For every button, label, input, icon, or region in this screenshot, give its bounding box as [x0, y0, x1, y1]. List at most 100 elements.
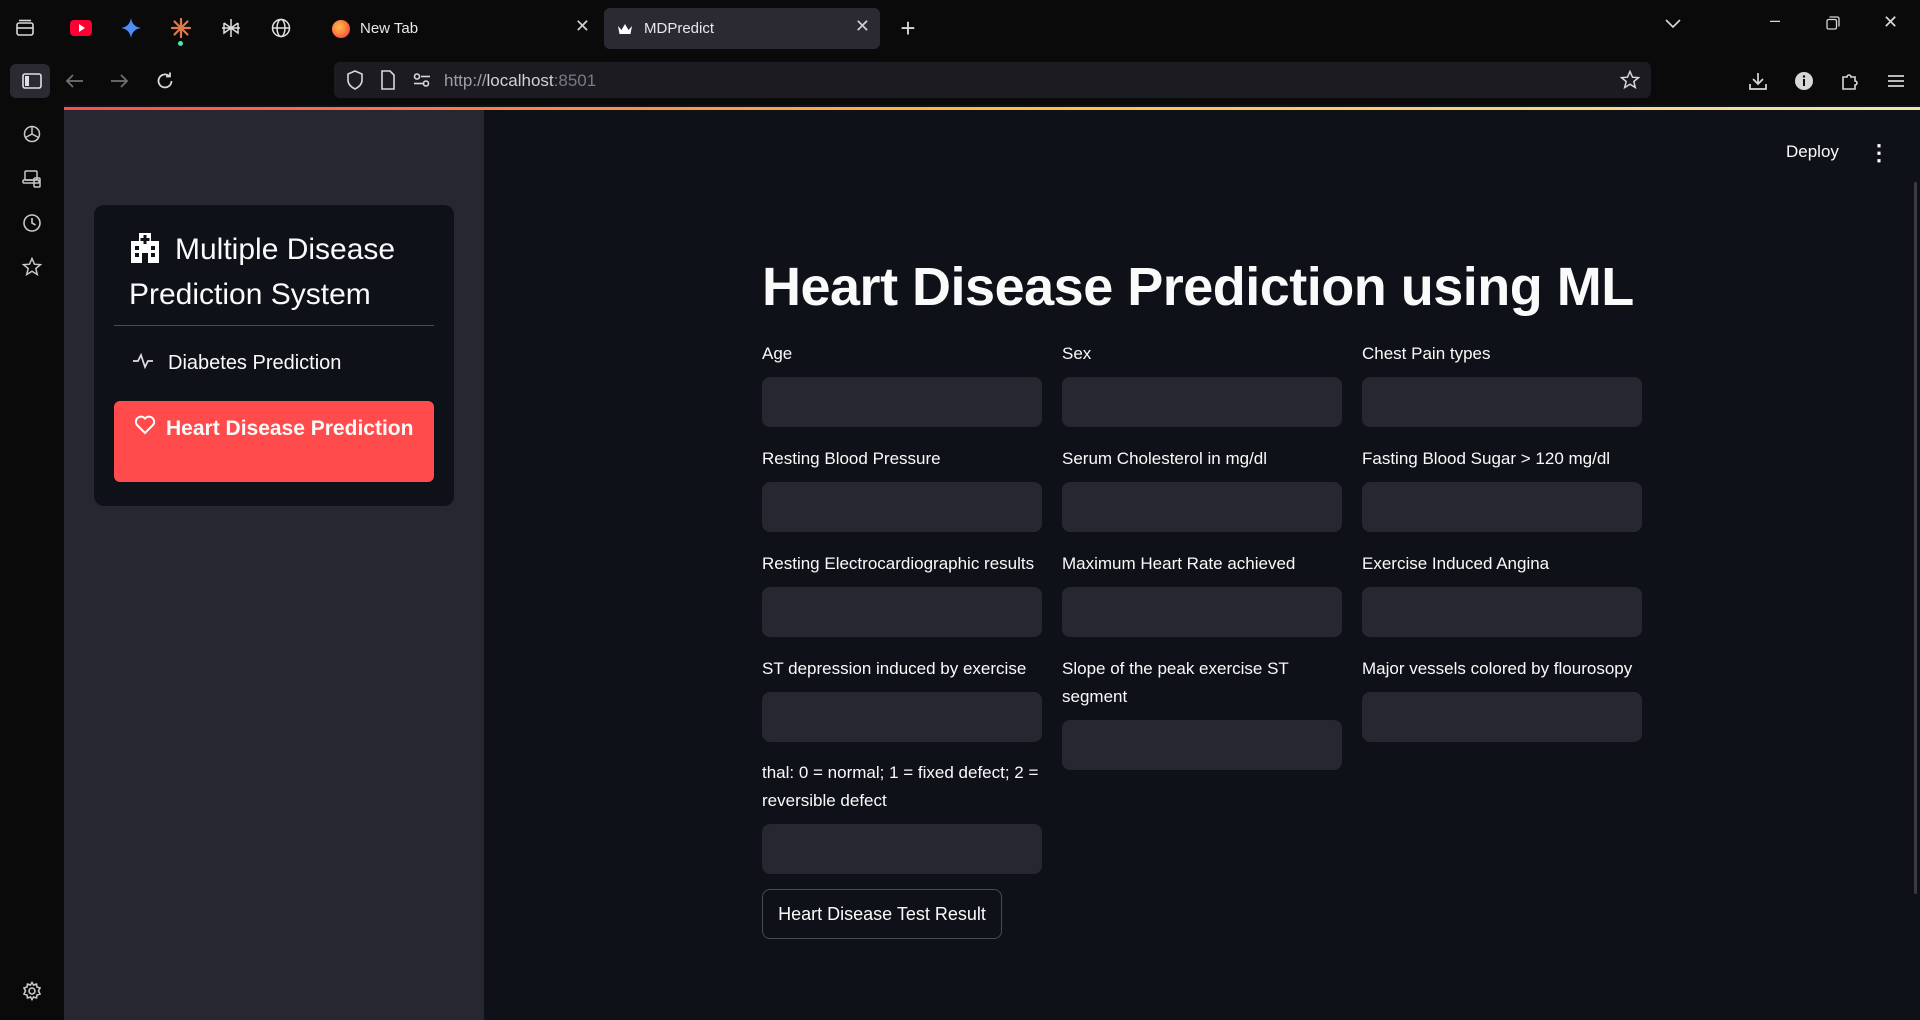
tab-title: New Tab: [360, 20, 419, 37]
url-bar[interactable]: http://localhost:8501: [334, 62, 1651, 98]
url-host: localhost: [486, 71, 554, 90]
bookmark-star-icon[interactable]: [1619, 69, 1641, 95]
field-label: Maximum Heart Rate achieved: [1062, 554, 1296, 573]
globe-pinned-icon[interactable]: [267, 14, 295, 42]
streamlit-crown-icon: [616, 20, 634, 38]
perplexity-pinned-icon[interactable]: [217, 14, 245, 42]
sex-field: Sex: [1062, 340, 1342, 427]
cholesterol-input[interactable]: [1062, 482, 1342, 532]
thal-field: thal: 0 = normal; 1 = fixed defect; 2 = …: [762, 759, 1042, 874]
sidebar-item-label: Diabetes Prediction: [168, 351, 342, 374]
sex-input[interactable]: [1062, 377, 1342, 427]
sidebar-item-label: Heart Disease Prediction: [166, 417, 414, 440]
page-title: Heart Disease Prediction using ML: [762, 257, 1634, 317]
field-label: Exercise Induced Angina: [1362, 554, 1550, 573]
minimize-icon[interactable]: –: [1770, 10, 1780, 31]
age-field: Age: [762, 340, 1042, 427]
main-menu-kebab-icon[interactable]: ⋮: [1868, 140, 1890, 166]
url-port: :8501: [553, 71, 597, 90]
sidebar-toggle-icon[interactable]: [18, 67, 46, 95]
age-input[interactable]: [762, 377, 1042, 427]
menu-title: Multiple Disease Prediction System: [129, 227, 429, 317]
exercise-angina-field: Exercise Induced Angina: [1362, 550, 1642, 637]
resting-bp-field: Resting Blood Pressure: [762, 445, 1042, 532]
synced-tabs-icon[interactable]: [18, 165, 46, 193]
app-sidebar: Multiple Disease Prediction System Diabe…: [64, 110, 484, 1020]
forward-arrow-icon[interactable]: [105, 67, 133, 95]
field-label: ST depression induced by exercise: [762, 659, 1027, 678]
bookmarks-icon[interactable]: [18, 253, 46, 281]
field-label: Chest Pain types: [1362, 344, 1491, 363]
downloads-icon[interactable]: [1744, 67, 1772, 95]
menu-title-text: Multiple Disease Prediction System: [129, 233, 396, 311]
field-label: Major vessels colored by flourosopy: [1362, 659, 1633, 678]
st-slope-input[interactable]: [1062, 720, 1342, 770]
exercise-angina-input[interactable]: [1362, 587, 1642, 637]
field-label: Resting Electrocardiographic results: [762, 554, 1035, 573]
option-menu: Multiple Disease Prediction System Diabe…: [94, 205, 454, 506]
max-heart-rate-input[interactable]: [1062, 587, 1342, 637]
url-scheme: http://: [444, 71, 487, 90]
close-window-icon[interactable]: ✕: [1883, 12, 1898, 33]
activity-icon: [132, 352, 154, 375]
tab-title: MDPredict: [644, 20, 715, 37]
st-slope-field: Slope of the peak exercise ST segment: [1062, 655, 1342, 770]
field-label: Serum Cholesterol in mg/dl: [1062, 449, 1268, 468]
hamburger-menu-icon[interactable]: [1882, 67, 1910, 95]
reload-icon[interactable]: [151, 67, 179, 95]
extension-info-icon[interactable]: [1790, 67, 1818, 95]
st-depression-input[interactable]: [762, 692, 1042, 742]
back-arrow-icon[interactable]: [61, 67, 89, 95]
gemini-pinned-icon[interactable]: [117, 14, 145, 42]
field-label: Sex: [1062, 344, 1092, 363]
browser-nav-bar: http://localhost:8501: [64, 55, 1920, 105]
close-tab-icon[interactable]: ✕: [575, 16, 590, 37]
new-tab-button[interactable]: +: [894, 13, 922, 43]
chest-pain-field: Chest Pain types: [1362, 340, 1642, 427]
url-text[interactable]: http://localhost:8501: [444, 71, 596, 91]
thal-input[interactable]: [762, 824, 1042, 874]
chest-pain-input[interactable]: [1362, 377, 1642, 427]
field-label: Slope of the peak exercise ST segment: [1062, 659, 1289, 706]
field-label: Age: [762, 344, 793, 363]
extensions-puzzle-icon[interactable]: [1836, 67, 1864, 95]
main-content: Deploy ⋮ Heart Disease Prediction using …: [484, 110, 1920, 1020]
menu-divider: [114, 325, 434, 326]
field-label: Resting Blood Pressure: [762, 449, 941, 468]
page-info-icon[interactable]: [380, 70, 396, 95]
heart-disease-test-result-button[interactable]: Heart Disease Test Result: [762, 889, 1002, 939]
list-all-tabs-icon[interactable]: [1664, 14, 1682, 35]
deploy-button[interactable]: Deploy: [1786, 142, 1839, 162]
browser-sidebar: [0, 55, 64, 1020]
tab-mdpredict[interactable]: MDPredict ✕: [604, 8, 880, 49]
sidebar-item-diabetes-prediction[interactable]: Diabetes Prediction: [114, 343, 434, 383]
tracking-protection-shield-icon[interactable]: [346, 70, 364, 95]
restore-icon[interactable]: [1826, 14, 1840, 35]
st-depression-field: ST depression induced by exercise: [762, 655, 1042, 742]
resting-bp-input[interactable]: [762, 482, 1042, 532]
claude-active-dot-icon: [178, 41, 183, 46]
scrollbar[interactable]: [1914, 182, 1917, 894]
permissions-icon[interactable]: [412, 72, 432, 93]
youtube-pinned-icon[interactable]: [67, 14, 95, 42]
hospital-icon: [129, 231, 161, 263]
chatgpt-icon[interactable]: [18, 120, 46, 148]
claude-pinned-icon[interactable]: [167, 14, 195, 42]
field-label: Fasting Blood Sugar > 120 mg/dl: [1362, 449, 1611, 468]
settings-gear-icon[interactable]: [18, 977, 46, 1005]
cholesterol-field: Serum Cholesterol in mg/dl: [1062, 445, 1342, 532]
sidebar-item-heart-disease-prediction[interactable]: Heart Disease Prediction: [114, 401, 434, 482]
close-tab-icon[interactable]: ✕: [855, 16, 870, 37]
resting-ecg-field: Resting Electrocardiographic results: [762, 550, 1042, 637]
history-icon[interactable]: [18, 209, 46, 237]
firefox-icon: [332, 19, 350, 38]
max-heart-rate-field: Maximum Heart Rate achieved: [1062, 550, 1342, 637]
browser-tab-bar: New Tab ✕ MDPredict ✕ + – ✕: [0, 0, 1920, 55]
tab-new-tab[interactable]: New Tab ✕: [320, 8, 600, 49]
resting-ecg-input[interactable]: [762, 587, 1042, 637]
field-label: thal: 0 = normal; 1 = fixed defect; 2 = …: [762, 763, 1039, 810]
major-vessels-input[interactable]: [1362, 692, 1642, 742]
fasting-sugar-input[interactable]: [1362, 482, 1642, 532]
fasting-sugar-field: Fasting Blood Sugar > 120 mg/dl: [1362, 445, 1642, 532]
tab-overview-icon[interactable]: [11, 14, 39, 42]
